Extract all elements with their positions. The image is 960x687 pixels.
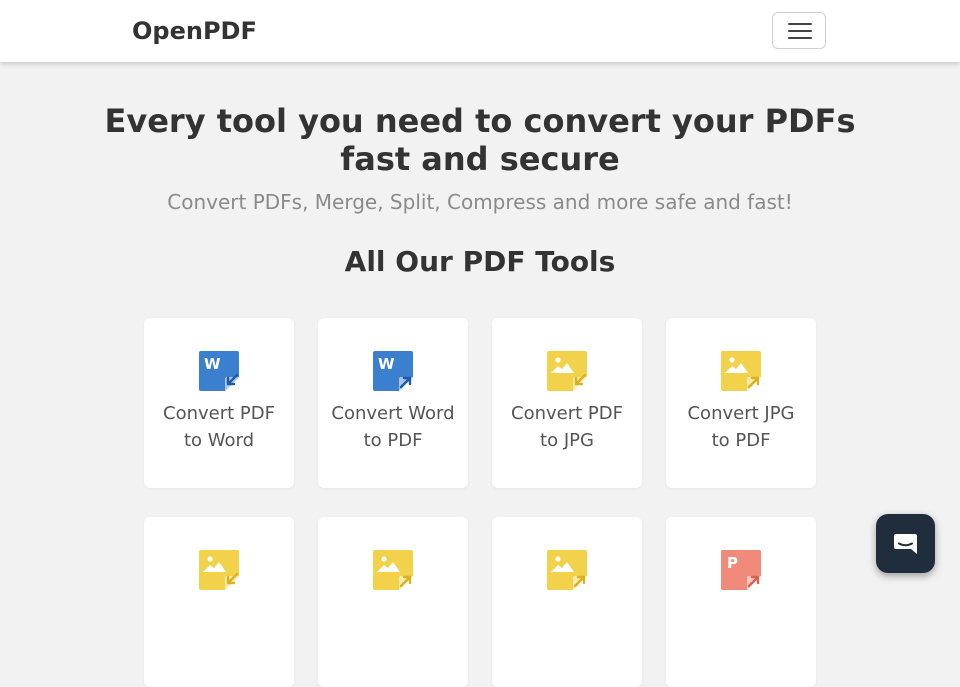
top-navbar: OpenPDF (0, 0, 960, 62)
tool-card[interactable]: Convert JPG to PDF (666, 318, 816, 488)
image-doc-icon (547, 351, 587, 391)
hero-subtitle: Convert PDFs, Merge, Split, Compress and… (167, 190, 793, 214)
tool-card-label: Convert PDF to JPG (511, 403, 623, 451)
image-doc-icon (373, 550, 413, 590)
hero-title: Every tool you need to convert your PDFs… (104, 102, 856, 178)
image-doc-icon (547, 550, 587, 590)
tools-section-title: All Our PDF Tools (344, 245, 616, 278)
tool-card[interactable]: Convert PDF to JPG (492, 318, 642, 488)
svg-text:W: W (204, 355, 221, 373)
image-doc-icon (199, 550, 239, 590)
tool-card[interactable] (144, 517, 294, 687)
tool-card[interactable]: P (666, 517, 816, 687)
tool-card[interactable] (318, 517, 468, 687)
tool-card[interactable]: W Convert PDF to Word (144, 318, 294, 488)
tool-card-label: Convert JPG to PDF (687, 403, 795, 451)
tool-card[interactable]: W Convert Word to PDF (318, 318, 468, 488)
tool-card-label: Convert Word to PDF (331, 403, 455, 451)
chat-button[interactable] (876, 514, 935, 573)
image-doc-icon (721, 351, 761, 391)
tool-card[interactable] (492, 517, 642, 687)
word-doc-icon: W (373, 351, 413, 391)
chat-bubble-icon (894, 534, 917, 554)
menu-toggle-button[interactable] (772, 12, 826, 49)
word-doc-icon: W (199, 351, 239, 391)
svg-text:P: P (727, 554, 738, 572)
tool-card-label: Convert PDF to Word (163, 403, 275, 451)
brand-logo-link[interactable]: OpenPDF (132, 16, 257, 46)
svg-text:W: W (378, 355, 395, 373)
powerpoint-doc-icon: P (721, 550, 761, 590)
